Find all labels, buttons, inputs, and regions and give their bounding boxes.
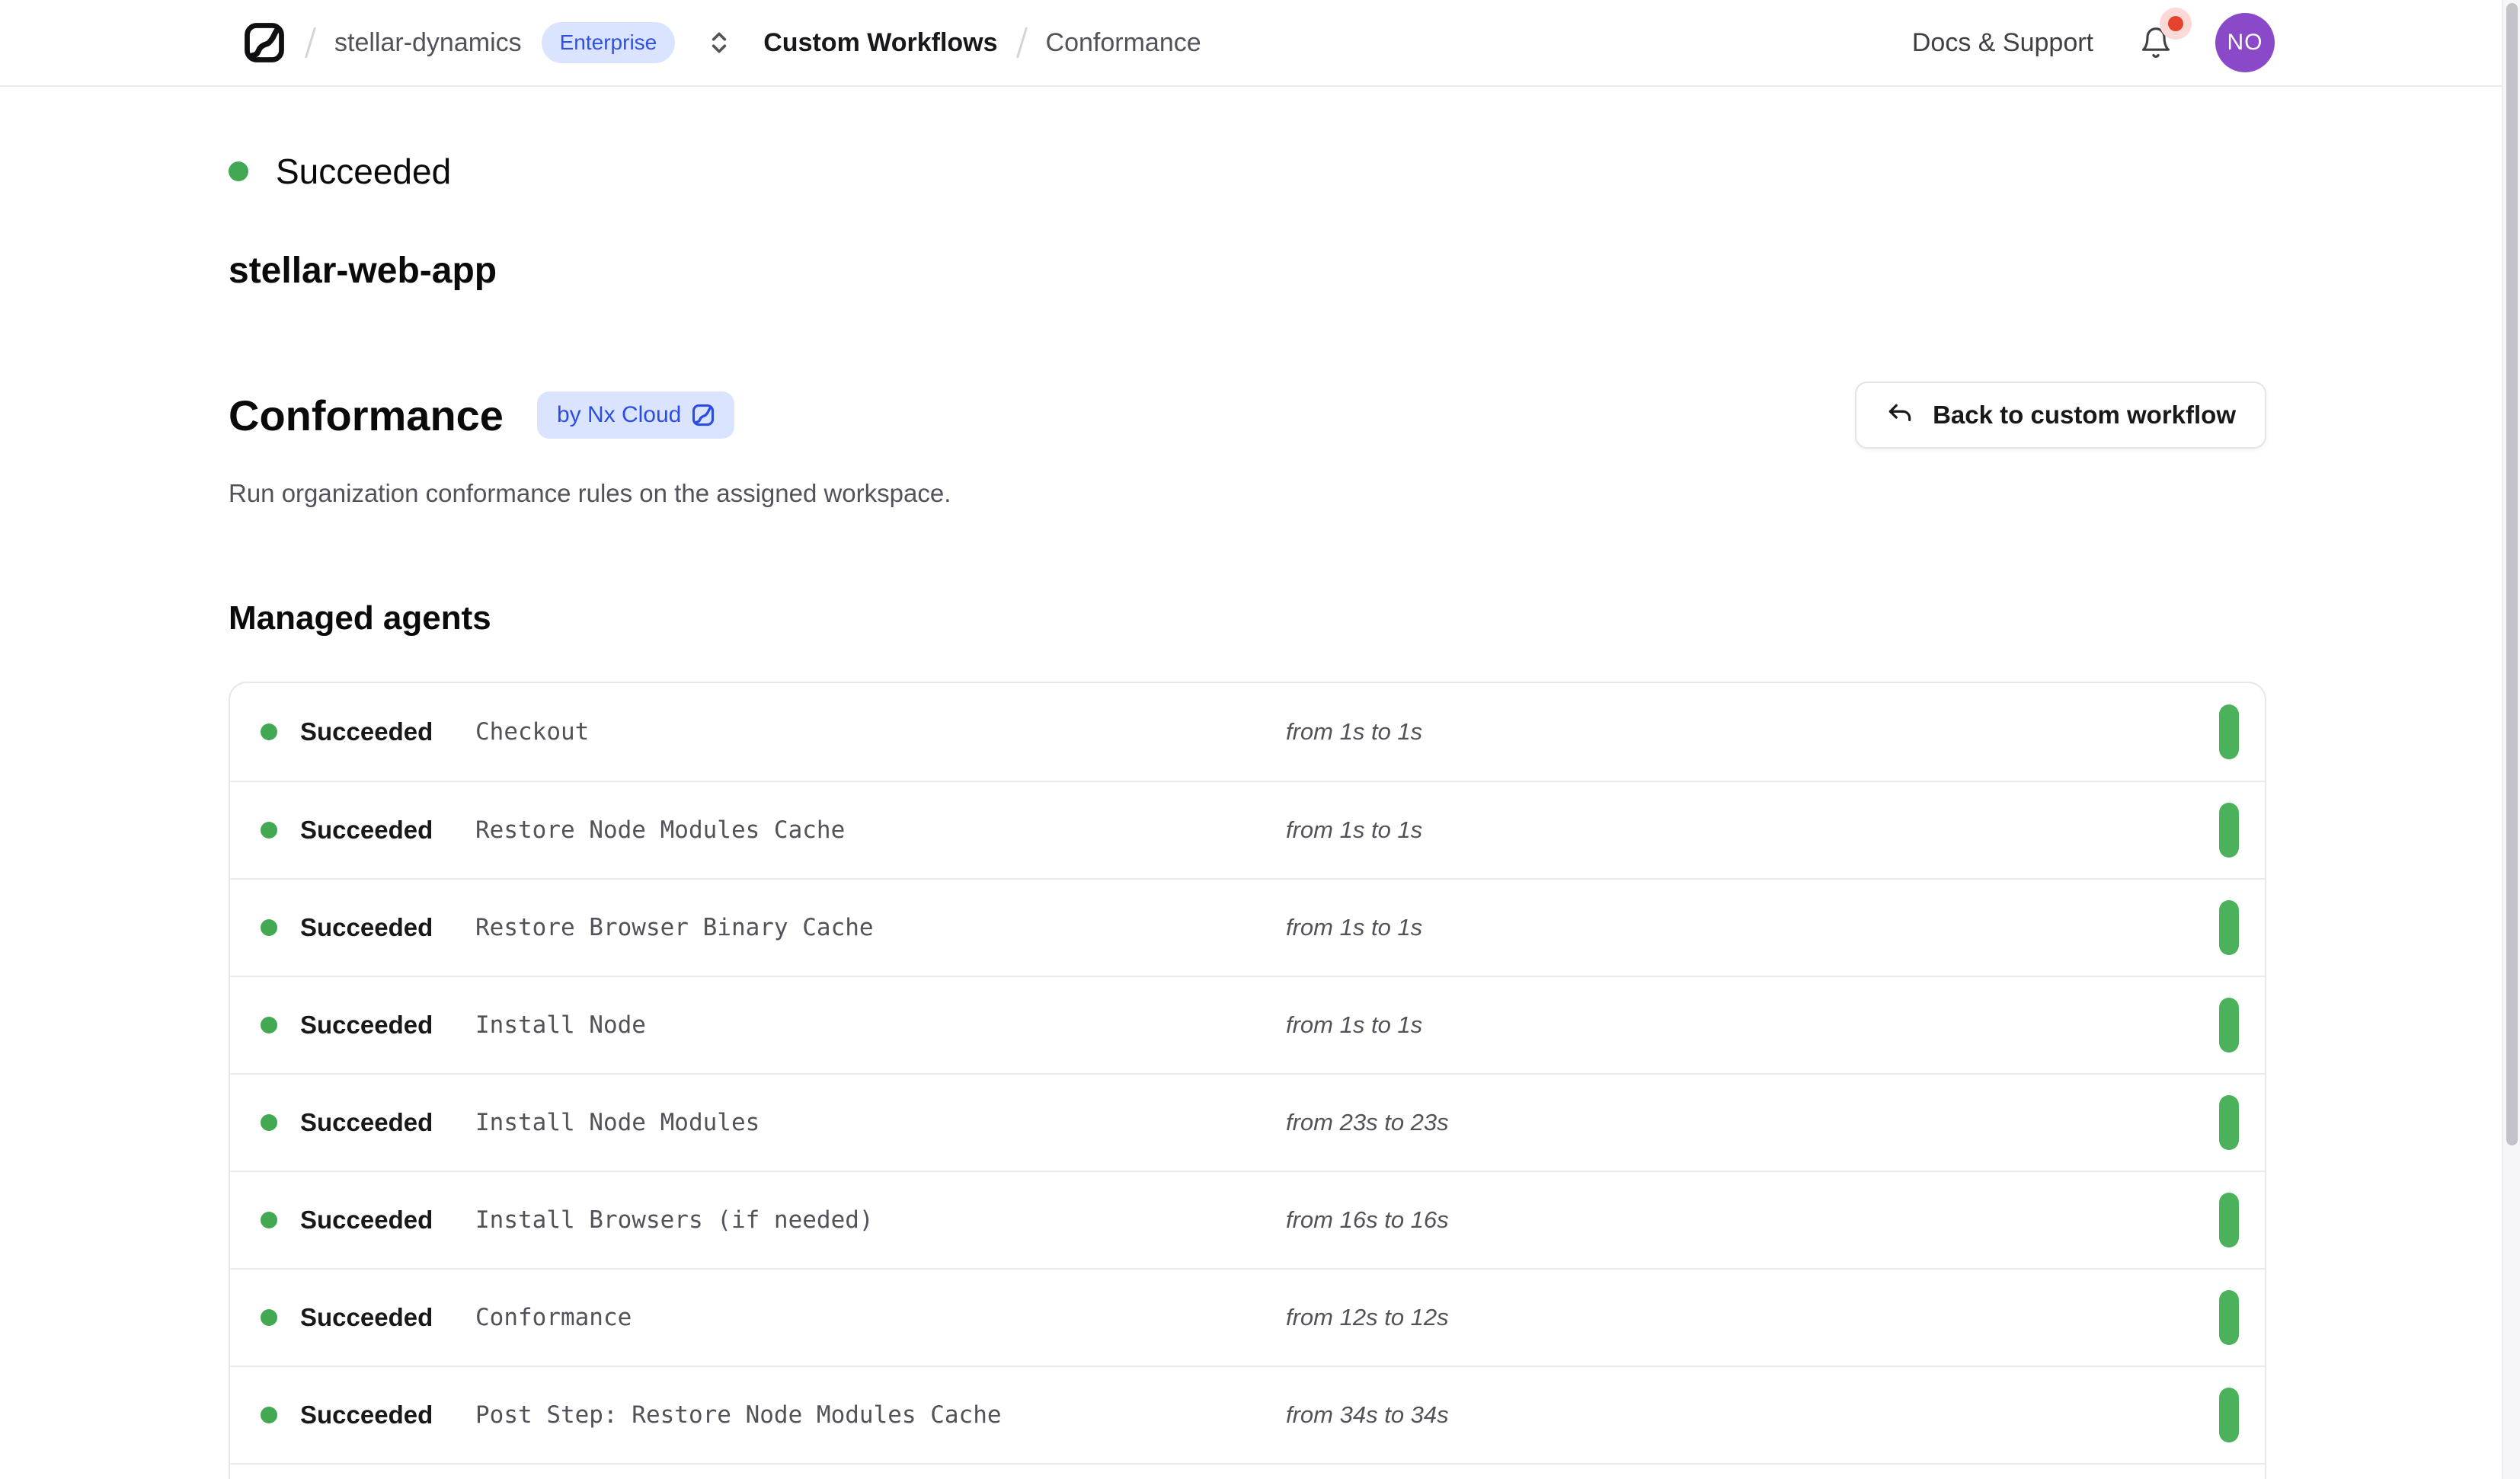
step-timeline-bar[interactable] [2219,1388,2239,1442]
step-status-label: Succeeded [300,1401,433,1429]
step-success-dot [261,1407,277,1423]
chevrons-up-down-icon[interactable] [707,29,731,56]
managed-agents-heading: Managed agents [229,599,2266,637]
agent-step-row[interactable]: Succeeded Install Browsers (if needed) fro… [230,1171,2265,1268]
step-status-label: Succeeded [300,1108,433,1137]
step-success-dot [261,1114,277,1131]
step-success-dot [261,724,277,740]
back-to-custom-workflow-button[interactable]: Back to custom workflow [1855,382,2266,449]
page-scrollbar-thumb[interactable] [2506,3,2518,1145]
step-duration: from 23s to 23s [1286,1109,1449,1136]
step-duration: from 1s to 1s [1286,1011,1422,1039]
step-duration: from 1s to 1s [1286,718,1422,746]
step-timeline-bar[interactable] [2219,1095,2239,1150]
step-timeline-bar[interactable] [2219,1290,2239,1345]
notification-dot [2168,16,2183,31]
breadcrumb-separator [305,27,316,58]
by-nx-cloud-badge[interactable]: by Nx Cloud [537,391,734,439]
step-name: Conformance [475,1304,632,1331]
step-name: Restore Node Modules Cache [475,816,845,844]
step-status-label: Succeeded [300,1303,433,1332]
nav-right-group: Docs & Support NO [1912,13,2275,72]
step-duration: from 12s to 12s [1286,1304,1449,1331]
step-success-dot [261,1017,277,1033]
page-title: Conformance [229,391,504,440]
undo-arrow-icon [1885,401,1914,430]
step-duration: from 34s to 34s [1286,1401,1449,1429]
step-success-dot [261,1212,277,1228]
agents-list: Succeeded Checkout from 1s to 1s Succeeded R… [229,682,2266,1479]
step-name: Post Step: Restore Node Modules Cache [475,1401,1002,1429]
step-timeline-bar[interactable] [2219,803,2239,858]
step-timeline-bar[interactable] [2219,900,2239,955]
back-button-label: Back to custom workflow [1933,401,2236,430]
step-status-label: Succeeded [300,913,433,942]
success-status-dot [229,161,248,181]
main-content: Succeeded stellar-web-app Conformance by… [0,151,2266,1479]
step-duration: from 1s to 1s [1286,914,1422,941]
agent-step-row[interactable]: SucceededPost Step: Restore Browser Bina… [230,1463,2265,1479]
page-scrollbar-track[interactable] [2502,0,2520,1479]
step-success-dot [261,822,277,839]
agent-step-row[interactable]: Succeeded Checkout from 1s to 1s [230,683,2265,781]
agent-step-row[interactable]: Succeeded Install Node Modules from 23s to… [230,1073,2265,1171]
nav-left-group: stellar-dynamics Enterprise Custom Workf… [244,21,1201,64]
nx-cloud-logo-icon[interactable] [244,21,286,64]
step-status-label: Succeeded [300,816,433,845]
agent-step-row[interactable]: Succeeded Conformance from 12s to 12s [230,1268,2265,1366]
step-name: Checkout [475,718,589,746]
nx-cloud-mini-logo-icon [692,404,715,426]
agent-step-row[interactable]: Succeeded Restore Browser Binary Cache fro… [230,878,2265,976]
step-timeline-bar[interactable] [2219,1193,2239,1247]
agent-step-row[interactable]: Succeeded Install Node from 1s to 1s [230,976,2265,1073]
step-timeline-bar[interactable] [2219,998,2239,1053]
step-success-dot [261,919,277,936]
docs-support-link[interactable]: Docs & Support [1912,28,2093,58]
top-navigation-bar: stellar-dynamics Enterprise Custom Workf… [0,0,2520,87]
breadcrumb-custom-workflows[interactable]: Custom Workflows [763,28,997,58]
org-plan-badge: Enterprise [542,22,676,63]
workflow-title-group: Conformance by Nx Cloud [229,391,734,440]
workflow-section-header: Conformance by Nx Cloud Back to custom w… [229,382,2266,449]
agent-step-row[interactable]: Succeeded Restore Node Modules Cache from … [230,781,2265,878]
step-status-label: Succeeded [300,717,433,746]
step-success-dot [261,1309,277,1326]
breadcrumb-separator [1015,27,1027,58]
user-avatar[interactable]: NO [2215,13,2275,72]
agent-step-row[interactable]: Succeeded Post Step: Restore Node Modules… [230,1366,2265,1463]
step-name: Restore Browser Binary Cache [475,914,874,941]
run-status: Succeeded [229,151,2266,192]
run-status-label: Succeeded [276,151,451,192]
workflow-description: Run organization conformance rules on th… [229,479,2266,508]
step-status-label: Succeeded [300,1206,433,1235]
breadcrumb-org-name[interactable]: stellar-dynamics [334,28,522,58]
step-status-label: Succeeded [300,1011,433,1040]
step-name: Install Node [475,1011,646,1039]
step-duration: from 1s to 1s [1286,816,1422,844]
by-nx-cloud-label: by Nx Cloud [557,402,681,428]
step-duration: from 16s to 16s [1286,1206,1449,1234]
step-timeline-bar[interactable] [2219,704,2239,759]
step-name: Install Browsers (if needed) [475,1206,874,1234]
notifications-bell-icon[interactable] [2139,25,2173,60]
breadcrumb-current-page: Conformance [1046,28,1201,58]
workspace-app-name: stellar-web-app [229,250,2266,292]
step-name: Install Node Modules [475,1109,760,1136]
